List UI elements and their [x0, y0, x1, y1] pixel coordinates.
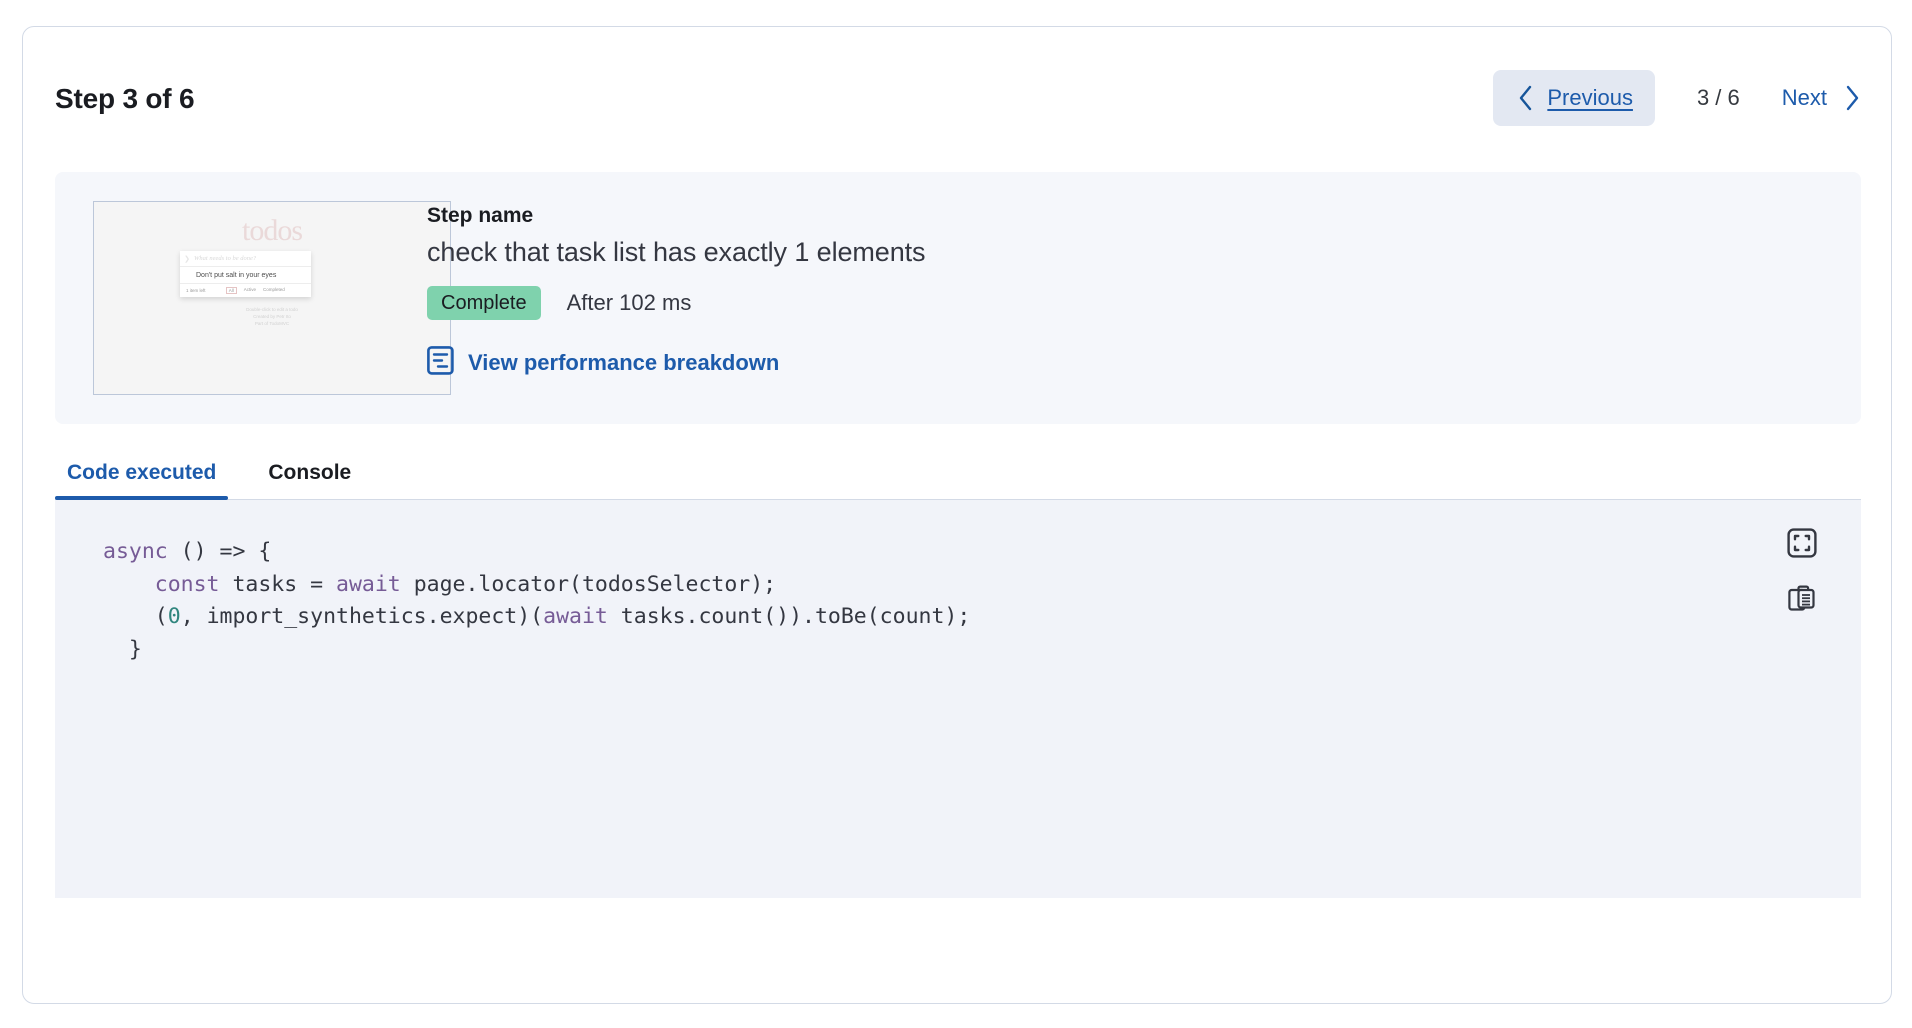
- step-status-row: Complete After 102 ms: [427, 286, 925, 320]
- thumbnail-footer-line-2: Created by Petr Ito: [94, 314, 450, 321]
- page-indicator: 3 / 6: [1697, 85, 1740, 111]
- thumbnail-todo-box: ❯ What needs to be done? Don't put salt …: [180, 251, 311, 297]
- thumbnail-filter-active: Active: [244, 287, 256, 294]
- fullscreen-icon: [1787, 528, 1817, 563]
- expand-code-button[interactable]: [1785, 528, 1819, 562]
- detail-tabs: Code executed Console: [55, 445, 1861, 500]
- next-step-button[interactable]: Next: [1774, 70, 1871, 126]
- code-action-buttons: [1785, 528, 1819, 618]
- thumbnail-new-todo-placeholder: What needs to be done?: [194, 255, 256, 262]
- thumbnail-filters: All Active Completed: [206, 287, 305, 294]
- thumbnail-toggle-all-icon: ❯: [180, 255, 194, 263]
- report-document-icon: [427, 346, 454, 380]
- code-executed-panel: async () => { const tasks = await page.l…: [55, 500, 1861, 898]
- status-badge: Complete: [427, 286, 541, 320]
- chevron-left-icon: [1515, 83, 1535, 113]
- thumbnail-filter-all: All: [226, 287, 237, 294]
- chevron-right-icon: [1843, 83, 1863, 113]
- page-title: Step 3 of 6: [55, 83, 194, 115]
- thumbnail-footer-line-1: Double-click to edit a todo: [94, 307, 450, 314]
- thumbnail-footer-notes: Double-click to edit a todo Created by P…: [94, 307, 450, 328]
- step-detail-panel: Step 3 of 6 Previous 3 / 6 Next: [22, 26, 1892, 1004]
- thumbnail-todo-item: Don't put salt in your eyes: [180, 267, 311, 284]
- previous-step-label: Previous: [1547, 85, 1633, 111]
- tab-console[interactable]: Console: [256, 461, 363, 499]
- step-screenshot-thumbnail[interactable]: todos ❯ What needs to be done? Don't put…: [93, 201, 451, 395]
- step-name-value: check that task list has exactly 1 eleme…: [427, 237, 925, 268]
- clipboard-copy-icon: [1787, 584, 1817, 619]
- thumbnail-filter-completed: Completed: [263, 287, 285, 294]
- thumbnail-todo-footer: 1 item left All Active Completed: [180, 284, 311, 297]
- step-navigation: Previous 3 / 6 Next: [1493, 70, 1871, 126]
- thumbnail-new-todo-row: ❯ What needs to be done?: [180, 251, 311, 267]
- next-step-label: Next: [1782, 85, 1827, 111]
- thumbnail-app-preview: todos ❯ What needs to be done? Don't put…: [94, 202, 450, 394]
- thumbnail-items-left: 1 item left: [186, 288, 206, 293]
- thumbnail-footer-line-3: Part of TodoMVC: [94, 321, 450, 328]
- thumbnail-app-title: todos: [94, 214, 450, 248]
- copy-code-button[interactable]: [1785, 584, 1819, 618]
- previous-step-button[interactable]: Previous: [1493, 70, 1655, 126]
- view-performance-breakdown-label: View performance breakdown: [468, 350, 779, 376]
- code-snippet: async () => { const tasks = await page.l…: [103, 536, 970, 666]
- tab-code-executed[interactable]: Code executed: [55, 461, 228, 499]
- view-performance-breakdown-button[interactable]: View performance breakdown: [427, 346, 779, 380]
- step-timing: After 102 ms: [567, 290, 692, 316]
- step-info-card: todos ❯ What needs to be done? Don't put…: [55, 172, 1861, 424]
- panel-header: Step 3 of 6 Previous 3 / 6 Next: [23, 27, 1892, 145]
- step-name-label: Step name: [427, 204, 925, 228]
- step-metadata: Step name check that task list has exact…: [427, 204, 925, 380]
